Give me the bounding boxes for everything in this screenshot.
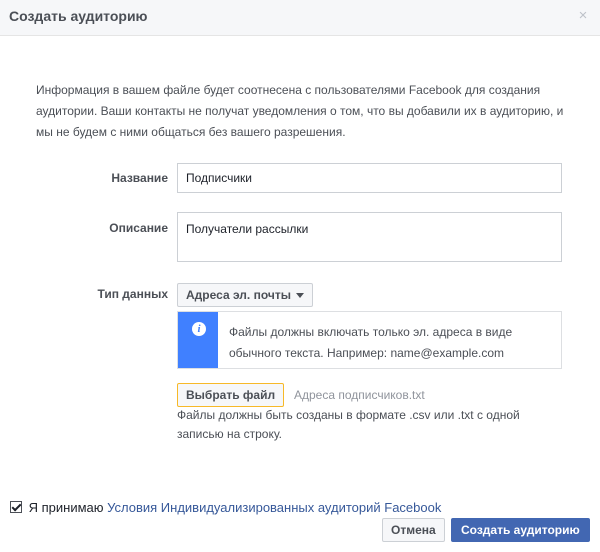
format-notice: i Файлы должны включать только эл. адрес… xyxy=(177,311,562,369)
agree-text: Я принимаю xyxy=(28,500,104,515)
name-label: Название xyxy=(111,171,168,185)
selected-file-name: Адреса подписчиков.txt xyxy=(294,388,425,402)
notice-accent: i xyxy=(178,312,218,368)
create-audience-dialog: Создать аудиторию × Информация в вашем ф… xyxy=(0,0,600,552)
file-format-hint: Файлы должны быть созданы в формате .csv… xyxy=(177,408,520,441)
data-type-selected: Адреса эл. почты xyxy=(186,288,291,302)
name-input[interactable]: Подписчики xyxy=(177,163,562,193)
dialog-header: Создать аудиторию × xyxy=(0,0,600,36)
description-input[interactable]: Получатели рассылки xyxy=(177,212,562,262)
data-type-label: Тип данных xyxy=(97,287,168,301)
dialog-title: Создать аудиторию xyxy=(9,8,148,24)
cancel-button[interactable]: Отмена xyxy=(382,518,445,542)
data-type-dropdown[interactable]: Адреса эл. почты xyxy=(177,283,313,307)
close-icon[interactable]: × xyxy=(576,8,590,23)
terms-checkbox[interactable] xyxy=(10,501,22,513)
choose-file-button[interactable]: Выбрать файл xyxy=(177,383,285,407)
intro-text: Информация в вашем файле будет соотнесен… xyxy=(36,83,564,139)
caret-down-icon xyxy=(295,293,304,299)
terms-agreement: Я принимаю Условия Индивидуализированных… xyxy=(10,500,441,515)
create-audience-button[interactable]: Создать аудиторию xyxy=(451,518,590,542)
info-icon: i xyxy=(192,322,206,336)
description-label: Описание xyxy=(109,221,168,235)
terms-link[interactable]: Условия Индивидуализированных аудиторий … xyxy=(107,500,441,515)
notice-text: Файлы должны включать только эл. адреса … xyxy=(229,325,513,360)
